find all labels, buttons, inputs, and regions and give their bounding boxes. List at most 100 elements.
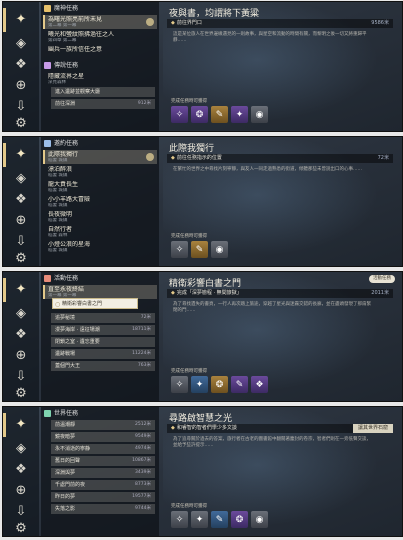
quest-icon[interactable]: ✦: [3, 143, 29, 167]
quest-step[interactable]: 追夢秘境 72米: [51, 313, 155, 323]
quest-detail: 尋路啟智慧之光 ◆ 和睿智的智者們學少多文談 讓其世界石窟 為了追尋關於過去的答案…: [163, 407, 399, 536]
quest-panel-4: ✦ ◈ ❖ ⊕ ⇩ ⚙ 世界任務 前溫潮靜 2512米 鏡夜暗夢 9549米 永不消…: [2, 406, 403, 537]
quest-description: 為了尋找遺失的書頁，一行人再次踏上旅途，穿越了星光與迷霧交錯的長廊，並在盡頭發現…: [173, 302, 371, 313]
archive-icon[interactable]: ⇩: [13, 369, 29, 385]
quest-step[interactable]: 昨日的夢 19577米: [51, 492, 155, 502]
quest-row[interactable]: 長夜微明 稻妻 城鎮: [43, 210, 157, 224]
quest-step[interactable]: 漫夢海岸 · 遠征場潮 18711米: [51, 325, 155, 335]
side-nav: ✦ ◈ ❖ ⊕ ⇩ ⚙: [3, 2, 39, 131]
quest-icon[interactable]: ✦: [3, 413, 29, 437]
quest-step[interactable]: 深淵與夢 3439米: [51, 468, 155, 478]
side-nav: ✦ ◈ ❖ ⊕ ⇩ ⚙: [3, 407, 39, 536]
archive-icon[interactable]: ⇩: [13, 234, 29, 250]
compass-icon[interactable]: ◈: [13, 306, 29, 322]
quest-step[interactable]: 進入遺跡並觀察大廳: [51, 87, 155, 97]
side-nav: ✦ ◈ ❖ ⊕ ⇩ ⚙: [3, 272, 39, 401]
reward-item[interactable]: ✎: [231, 376, 248, 393]
quest-description: 為了追尋關於過去的答案，旅行者在古老的圖書館中翻閱著塵封的卷宗，智者們則在一旁低…: [173, 437, 371, 448]
quest-row[interactable]: 隱藏流界之星 深見森林: [43, 72, 157, 86]
quest-step[interactable]: 永不消逝的寧静 4974米: [51, 444, 155, 454]
quest-popover[interactable]: 精衛彩響白書之門: [52, 298, 138, 310]
category-header: 魔神任務: [44, 4, 159, 13]
region-tag[interactable]: 讓其世界石窟: [352, 424, 393, 433]
quest-panel-1: ✦ ◈ ❖ ⊕ ⇩ ⚙ 魔神任務 為曙光照亮前所未見 第二幕 第一幕 曦光和螢紋照…: [2, 1, 403, 132]
quest-title: 此際我獨行: [169, 144, 215, 154]
compass-icon[interactable]: ◈: [13, 171, 29, 187]
reward-item[interactable]: ✎: [211, 106, 228, 123]
quest-row[interactable]: 曦光和螢紋照拂過往之人 第四章 第二幕: [43, 30, 157, 44]
quest-icon[interactable]: ✦: [3, 278, 29, 302]
reward-item[interactable]: ✦: [191, 376, 208, 393]
quest-step[interactable]: 舊日的回聲 10867米: [51, 456, 155, 466]
quest-row[interactable]: 為曙光照亮前所未見 第二幕 第一幕: [43, 15, 157, 29]
track-icon: [146, 18, 154, 26]
reward-item[interactable]: ❂: [231, 511, 248, 528]
book-icon[interactable]: ⊕: [13, 483, 29, 499]
book-icon[interactable]: ⊕: [13, 213, 29, 229]
reward-item[interactable]: ✦: [231, 106, 248, 123]
book-icon[interactable]: ⊕: [13, 78, 29, 94]
objective-bar[interactable]: ◆ 前往界門口 9586米: [167, 19, 393, 28]
quest-title: 尋路啟智慧之光: [169, 414, 233, 424]
quest-step[interactable]: 前往深淵 912米: [51, 99, 155, 109]
quest-step[interactable]: 鏡夜暗夢 9549米: [51, 432, 155, 442]
quest-list: 世界任務 前溫潮靜 2512米 鏡夜暗夢 9549米 永不消逝的寧静 4974米 舊日…: [41, 407, 159, 536]
quest-step[interactable]: 前溫潮靜 2512米: [51, 420, 155, 430]
reward-item[interactable]: ❂: [191, 106, 208, 123]
reward-item[interactable]: ◉: [251, 511, 268, 528]
quest-step[interactable]: 千處門前的夜 8773米: [51, 480, 155, 490]
reward-item[interactable]: ◉: [211, 241, 228, 258]
quest-row[interactable]: 漂泊醉浪 稻妻 城鎮: [43, 165, 157, 179]
archive-icon[interactable]: ⇩: [13, 99, 29, 115]
reward-list: ✧ ✦ ❂ ✎ ❖: [171, 376, 268, 393]
gear-icon[interactable]: ⚙: [13, 116, 29, 131]
reward-label: 完成任務時可獲得: [171, 99, 207, 104]
category-header: 世界任務: [44, 409, 159, 418]
archive-icon[interactable]: ⇩: [13, 504, 29, 520]
quest-row[interactable]: 小燈公浪的星海 稻妻 城鎮: [43, 240, 157, 254]
category-header: 活動任務: [44, 274, 159, 283]
map-icon[interactable]: ❖: [13, 462, 29, 478]
quest-row[interactable]: 自然行者 稻妻 森林: [43, 225, 157, 239]
reward-item[interactable]: ✧: [171, 376, 188, 393]
quest-title: 夜與書，均謂將下黃粱: [169, 9, 260, 19]
reward-item[interactable]: ✧: [171, 241, 188, 258]
quest-row[interactable]: 小小羊路大冒險 稻妻 城鎮: [43, 195, 157, 209]
side-nav: ✦ ◈ ❖ ⊕ ⇩ ⚙: [3, 137, 39, 266]
quest-icon[interactable]: ✦: [3, 8, 29, 32]
quest-detail: 夜與書，均謂將下黃粱 ◆ 前往界門口 9586米 這是某位旅人在世界邊緣遇見的一則故…: [163, 2, 399, 131]
reward-list: ✧ ✎ ◉: [171, 241, 228, 258]
quest-step[interactable]: 蓋個門大王 763米: [51, 361, 155, 371]
gear-icon[interactable]: ⚙: [13, 386, 29, 401]
quest-step[interactable]: 失落之影 9744米: [51, 504, 155, 514]
quest-step[interactable]: 遺跡戰場 11224米: [51, 349, 155, 359]
category-header: 邀約任務: [44, 139, 159, 148]
map-icon[interactable]: ❖: [13, 327, 29, 343]
reward-item[interactable]: ✧: [171, 511, 188, 528]
objective-bar[interactable]: ◆ 前往任務指示的位置 72米: [167, 154, 393, 163]
quest-row[interactable]: 此際我獨行 稻妻 城鎮: [43, 150, 157, 164]
book-icon[interactable]: ⊕: [13, 348, 29, 364]
gear-icon[interactable]: ⚙: [13, 251, 29, 266]
reward-item[interactable]: ❖: [251, 376, 268, 393]
objective-bar[interactable]: ◆ 完成「深夢戀程 · 無間旅獄」 2011米: [167, 289, 393, 298]
gear-icon[interactable]: ⚙: [13, 521, 29, 536]
reward-item[interactable]: ❂: [211, 376, 228, 393]
quest-row[interactable]: 幽兵一族所信任之意: [43, 45, 157, 59]
compass-icon[interactable]: ◈: [13, 441, 29, 457]
map-icon[interactable]: ❖: [13, 57, 29, 73]
compass-icon[interactable]: ◈: [13, 36, 29, 52]
reward-item[interactable]: ✎: [211, 511, 228, 528]
map-icon[interactable]: ❖: [13, 192, 29, 208]
reward-item[interactable]: ✧: [171, 106, 188, 123]
reward-item[interactable]: ◉: [251, 106, 268, 123]
reward-item[interactable]: ✦: [191, 511, 208, 528]
quest-step[interactable]: 閉鎖之室 · 遺忘重要: [51, 337, 155, 347]
event-tag[interactable]: 活動任務: [369, 275, 395, 283]
quest-title: 精衛彩響白書之門: [169, 279, 242, 289]
quest-row[interactable]: 龍大貢長生 稻妻 城鎮: [43, 180, 157, 194]
reward-item[interactable]: ✎: [191, 241, 208, 258]
reward-label: 完成任務時可獲得: [171, 234, 207, 239]
quest-row[interactable]: 直至永夜終結 第一幕 第一幕: [43, 285, 157, 299]
objective-icon: ◆: [171, 155, 175, 161]
